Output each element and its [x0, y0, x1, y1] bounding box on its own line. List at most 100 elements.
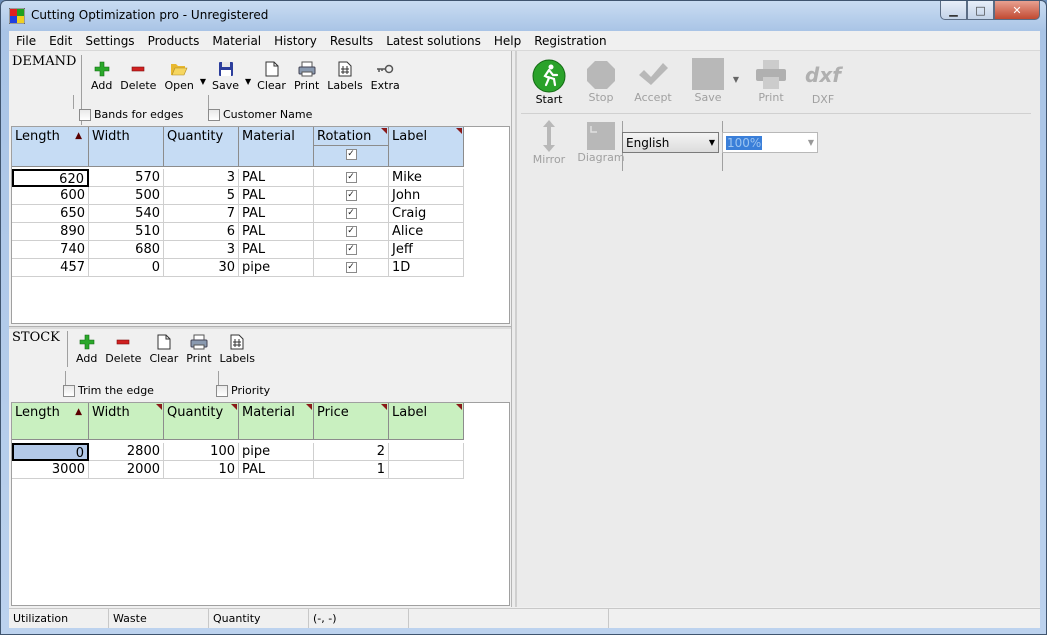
diagram-icon [587, 122, 615, 150]
rotation-checkbox[interactable]: ✓ [345, 244, 357, 255]
stock-labels-button[interactable]: Labels [216, 334, 259, 374]
result-save-dropdown[interactable]: ▼ [731, 75, 741, 84]
stock-col-width[interactable]: Width [89, 403, 164, 440]
chevron-down-icon: ▼ [732, 75, 740, 84]
folder-open-icon [171, 64, 188, 76]
rotation-checkbox[interactable]: ✓ [345, 190, 357, 201]
hash-page-icon [338, 61, 352, 77]
bands-for-edges-checkbox[interactable]: Bands for edges [79, 108, 183, 121]
table-row[interactable]: 740 680 3 PAL ✓ Jeff [12, 241, 464, 259]
result-save-button[interactable]: Save [683, 57, 733, 104]
zoom-select[interactable]: 100% ▼ [722, 132, 818, 153]
hash-page-icon [230, 334, 244, 350]
accept-button[interactable]: Accept [627, 59, 679, 104]
demand-save-button[interactable]: Save [208, 61, 243, 101]
demand-col-width[interactable]: Width [89, 127, 164, 167]
menu-material[interactable]: Material [212, 34, 261, 48]
table-row[interactable]: 3000 2000 10 PAL 1 [12, 461, 464, 479]
start-button[interactable]: Start [525, 59, 573, 106]
demand-col-quantity[interactable]: Quantity [164, 127, 239, 167]
table-row[interactable]: 600 500 5 PAL ✓ John [12, 187, 464, 205]
menu-help[interactable]: Help [494, 34, 521, 48]
save-square-icon [692, 58, 724, 90]
demand-save-dropdown[interactable]: ▼ [243, 61, 253, 101]
sort-ascending-icon: ▲ [75, 407, 82, 417]
result-print-button[interactable]: Print [747, 59, 795, 104]
table-row[interactable]: 620 570 3 PAL ✓ Mike [12, 169, 464, 187]
demand-col-rotation[interactable]: Rotation ✓ [314, 127, 389, 167]
rotation-checkbox[interactable]: ✓ [345, 262, 357, 273]
chevron-down-icon: ▼ [199, 76, 206, 86]
table-row[interactable]: 890 510 6 PAL ✓ Alice [12, 223, 464, 241]
dxf-button[interactable]: dxf DXF [799, 59, 847, 106]
menu-file[interactable]: File [16, 34, 36, 48]
stock-print-button[interactable]: Print [182, 334, 215, 374]
key-icon [377, 64, 394, 74]
demand-clear-button[interactable]: Clear [253, 61, 290, 101]
demand-open-dropdown[interactable]: ▼ [198, 61, 208, 101]
stock-col-quantity[interactable]: Quantity [164, 403, 239, 440]
main-window: Cutting Optimization pro - Unregistered … [0, 0, 1047, 635]
printer-icon [190, 334, 208, 350]
demand-col-label[interactable]: Label [389, 127, 464, 167]
demand-title: DEMAND [12, 54, 77, 69]
demand-add-button[interactable]: Add [87, 61, 116, 101]
language-select[interactable]: English ▼ [622, 132, 719, 153]
mirror-button[interactable]: Mirror [525, 119, 573, 166]
stock-col-material[interactable]: Material [239, 403, 314, 440]
checkmark-icon [639, 63, 668, 85]
demand-col-length[interactable]: Length ▲ [12, 127, 89, 167]
rotation-checkbox[interactable]: ✓ [345, 208, 357, 219]
demand-grid-body: 620 570 3 PAL ✓ Mike 600 500 5 PAL ✓ Joh… [12, 169, 464, 277]
menu-history[interactable]: History [274, 34, 317, 48]
customer-name-checkbox[interactable]: Customer Name [208, 108, 312, 121]
blank-page-icon [265, 61, 279, 77]
demand-grid: Length ▲ Width Quantity Material Rotation… [11, 126, 510, 324]
priority-checkbox[interactable]: Priority [216, 384, 270, 397]
title-bar: Cutting Optimization pro - Unregistered … [1, 1, 1046, 31]
table-row[interactable]: 0 2800 100 pipe 2 [12, 443, 464, 461]
maximize-button[interactable]: □ [967, 1, 994, 20]
stock-col-label[interactable]: Label [389, 403, 464, 440]
menu-results[interactable]: Results [330, 34, 373, 48]
stock-clear-button[interactable]: Clear [145, 334, 182, 374]
status-waste: Waste [109, 609, 209, 628]
menu-edit[interactable]: Edit [49, 34, 72, 48]
diagram-button[interactable]: Diagram [577, 121, 625, 164]
rotation-all-checkbox[interactable]: ✓ [345, 149, 357, 160]
table-row[interactable]: 457 0 30 pipe ✓ 1D [12, 259, 464, 277]
rotation-checkbox[interactable]: ✓ [345, 172, 357, 183]
minus-icon [132, 66, 145, 72]
plus-icon [79, 334, 94, 350]
menu-bar: File Edit Settings Products Material His… [9, 31, 1040, 51]
close-button[interactable]: ✕ [994, 1, 1040, 20]
table-row[interactable]: 650 540 7 PAL ✓ Craig [12, 205, 464, 223]
demand-extra-button[interactable]: Extra [367, 61, 404, 101]
window-title: Cutting Optimization pro - Unregistered [31, 8, 269, 22]
trim-the-edge-checkbox[interactable]: Trim the edge [63, 384, 154, 397]
stock-grid: Length ▲ Width Quantity Material Price La… [11, 402, 510, 606]
status-quantity: Quantity [209, 609, 309, 628]
stop-button[interactable]: Stop [577, 59, 625, 104]
stock-grid-header: Length ▲ Width Quantity Material Price La… [12, 403, 464, 440]
status-utilization: Utilization [9, 609, 109, 628]
demand-labels-button[interactable]: Labels [323, 61, 366, 101]
menu-products[interactable]: Products [148, 34, 200, 48]
menu-latest-solutions[interactable]: Latest solutions [386, 34, 481, 48]
demand-print-button[interactable]: Print [290, 61, 323, 101]
stock-title: STOCK [12, 330, 60, 345]
demand-col-material[interactable]: Material [239, 127, 314, 167]
stock-add-button[interactable]: Add [72, 334, 101, 374]
demand-open-button[interactable]: Open [160, 61, 197, 101]
menu-settings[interactable]: Settings [85, 34, 134, 48]
menu-registration[interactable]: Registration [534, 34, 606, 48]
chevron-down-icon: ▼ [708, 138, 715, 147]
stock-delete-button[interactable]: Delete [101, 334, 145, 374]
rotation-checkbox[interactable]: ✓ [345, 226, 357, 237]
stock-col-price[interactable]: Price [314, 403, 389, 440]
minimize-button[interactable]: ▁ [940, 1, 967, 20]
demand-delete-button[interactable]: Delete [116, 61, 160, 101]
demand-toolbar: Add Delete Open ▼ Save ▼ Clear Print Lab… [87, 61, 404, 101]
stop-octagon-icon [587, 61, 615, 89]
stock-col-length[interactable]: Length ▲ [12, 403, 89, 440]
